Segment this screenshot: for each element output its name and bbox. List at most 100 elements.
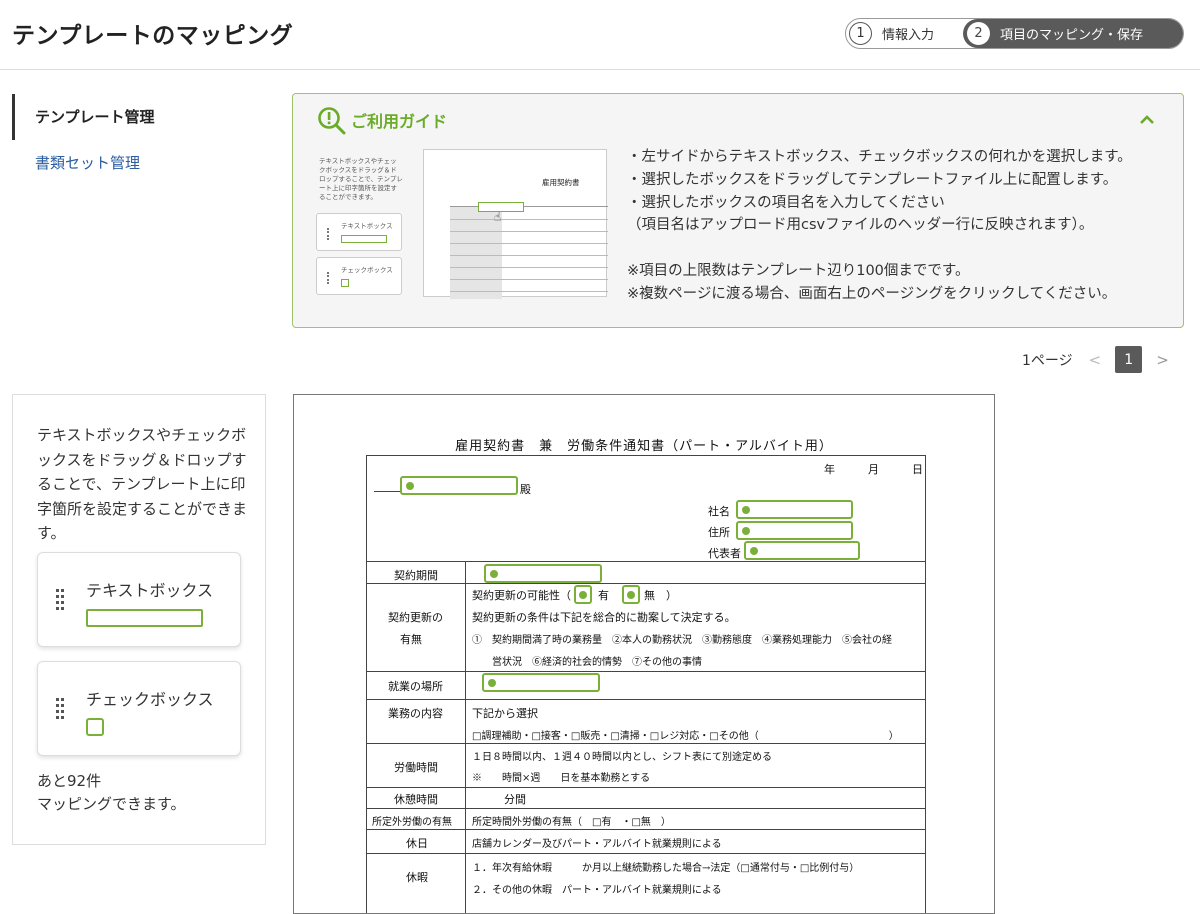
header: テンプレートのマッピング 1 情報入力 2 項目のマッピング・保存 xyxy=(0,0,1200,70)
table-line xyxy=(366,829,926,830)
drag-handle-icon[interactable] xyxy=(56,589,68,611)
usage-guide-panel: ご利用ガイド テキストボックスやチェックボックスをドラッグ＆ドロップすることで、… xyxy=(292,93,1184,328)
step-1-number: 1 xyxy=(849,22,872,45)
overtime-value: 所定時間外労働の有無（ □有 ・□無 ） xyxy=(472,817,671,828)
representative-label: 代表者 xyxy=(708,547,741,560)
stepper: 1 情報入力 2 項目のマッピング・保存 xyxy=(845,18,1184,49)
usage-guide-text: ・左サイドからテキストボックス、チェックボックスの何れかを選択します。 ・選択し… xyxy=(627,146,1132,306)
page-title: テンプレートのマッピング xyxy=(12,23,294,49)
guide-illustration-doc-title: 雇用契約書 xyxy=(542,178,580,187)
placed-text-box-workplace[interactable] xyxy=(482,673,600,692)
remaining-count: あと92件 マッピングできます。 xyxy=(37,770,186,816)
table-line xyxy=(925,455,926,913)
placed-text-box-company[interactable] xyxy=(736,500,853,519)
remaining-count-line-1: あと92件 xyxy=(37,772,102,790)
guide-illustration-text-box: テキストボックス xyxy=(316,213,402,251)
workplace-label: 就業の場所 xyxy=(388,680,443,693)
template-document-canvas[interactable]: 雇用契約書 兼 労働条件通知書（パート・アルバイト用） 年 月 日 殿 社名 住… xyxy=(293,394,995,914)
text-box-draggable[interactable]: テキストボックス xyxy=(37,552,241,647)
guide-illustration-desc: テキストボックスやチェックボックスをドラッグ＆ドロップすることで、テンプレート上… xyxy=(319,157,403,201)
usage-guide-header[interactable]: ご利用ガイド xyxy=(293,94,1183,144)
cursor-icon: ☝ xyxy=(494,210,502,224)
mapping-palette: テキストボックスやチェックボックスをドラッグ＆ドロップすることで、テンプレート上… xyxy=(12,394,266,845)
renewal-line-3: ① 契約期間満了時の業務量 ②本人の勤務状況 ③勤務態度 ④業務処理能力 ⑤会社… xyxy=(472,635,892,646)
document-title: 雇用契約書 兼 労働条件通知書（パート・アルバイト用） xyxy=(455,439,833,454)
chevron-up-icon[interactable] xyxy=(1139,110,1155,131)
table-line xyxy=(366,699,926,700)
overtime-label: 所定外労働の有無 xyxy=(372,817,452,828)
check-box-sample xyxy=(86,718,104,736)
leave-line-1: １．年次有給休暇 か月以上継続勤務した場合→法定（□通常付与・□比例付与） xyxy=(472,863,860,874)
leave-label: 休暇 xyxy=(406,871,428,884)
placed-text-box-addressee[interactable] xyxy=(400,476,518,495)
holiday-label: 休日 xyxy=(406,837,428,850)
remaining-count-line-2: マッピングできます。 xyxy=(37,795,186,813)
renewal-line-4: 営状況 ⑥経済的社会的情勢 ⑦その他の事情 xyxy=(492,657,702,668)
duty-label: 業務の内容 xyxy=(388,707,443,720)
guide-illustration-check-box: チェックボックス xyxy=(316,257,402,295)
page-label: 1ページ xyxy=(1022,352,1073,369)
table-line xyxy=(366,671,926,672)
drag-handle-icon[interactable] xyxy=(56,698,68,720)
leave-line-2: ２．その他の休暇 パート・アルバイト就業規則による xyxy=(472,885,722,896)
sidebar-item-template-management[interactable]: テンプレート管理 xyxy=(12,94,262,140)
table-line xyxy=(366,808,926,809)
prev-page-button[interactable]: < xyxy=(1089,351,1102,369)
table-line xyxy=(366,787,926,788)
guide-line-7: ※複数ページに渡る場合、画面右上のページングをクリックしてください。 xyxy=(627,285,1117,302)
document-dono: 殿 xyxy=(520,483,531,496)
holiday-value: 店舗カレンダー及びパート・アルバイト就業規則による xyxy=(472,839,722,850)
renewal-label-2: 有無 xyxy=(400,633,422,646)
table-line xyxy=(366,455,367,913)
company-label: 社名 xyxy=(708,505,730,518)
table-line xyxy=(366,455,926,456)
step-2-label: 項目のマッピング・保存 xyxy=(1000,28,1144,43)
placed-text-box-period[interactable] xyxy=(484,564,602,583)
table-line xyxy=(366,853,926,854)
break-label: 休憩時間 xyxy=(394,793,438,806)
guide-line-2: ・選択したボックスをドラッグしてテンプレートファイル上に配置します。 xyxy=(627,171,1118,188)
pagination: 1ページ < 1 > xyxy=(1022,346,1169,373)
guide-line-3: ・選択したボックスの項目名を入力してください xyxy=(627,194,945,211)
guide-illustration-text-box-label: テキストボックス xyxy=(341,222,393,230)
step-1: 1 情報入力 xyxy=(846,19,971,48)
page-1-button[interactable]: 1 xyxy=(1115,346,1143,373)
duty-line-1: 下記から選択 xyxy=(472,707,538,720)
usage-guide-title: ご利用ガイド xyxy=(351,112,448,131)
guide-illustration: テキストボックスやチェックボックスをドラッグ＆ドロップすることで、テンプレート上… xyxy=(313,147,608,299)
step-1-label: 情報入力 xyxy=(882,28,935,43)
check-box-label: チェックボックス xyxy=(86,690,214,709)
placed-text-box-address[interactable] xyxy=(736,521,853,540)
guide-line-6: ※項目の上限数はテンプレート辺り100個までです。 xyxy=(627,262,970,279)
next-page-button[interactable]: > xyxy=(1156,351,1169,369)
sidebar: テンプレート管理 書類セット管理 xyxy=(12,94,262,186)
palette-description: テキストボックスやチェックボックスをドラッグ＆ドロップすることで、テンプレート上… xyxy=(37,426,248,542)
period-label: 契約期間 xyxy=(394,569,438,582)
placed-check-box-renewal-yes[interactable] xyxy=(574,585,592,604)
text-box-label: テキストボックス xyxy=(86,581,214,600)
renewal-label-1: 契約更新の xyxy=(388,611,443,624)
text-box-sample xyxy=(86,609,203,627)
placed-check-box-renewal-no[interactable] xyxy=(622,585,640,604)
search-info-icon xyxy=(318,107,346,135)
guide-line-4: （項目名はアップロード用csvファイルのヘッダー行に反映されます）。 xyxy=(627,217,1094,234)
break-value: 分間 xyxy=(504,793,526,806)
duty-line-2: □調理補助・□接客・□販売・□清掃・□レジ対応・□その他（ ） xyxy=(472,731,899,742)
hours-label: 労働時間 xyxy=(394,761,438,774)
hours-line-2: ※ 時間×週 日を基本勤務とする xyxy=(472,773,651,784)
table-line xyxy=(465,561,466,913)
renewal-line-1-no: 無 ） xyxy=(644,589,677,602)
address-label: 住所 xyxy=(708,526,730,539)
table-line xyxy=(366,583,926,584)
renewal-line-2: 契約更新の条件は下記を総合的に勘案して決定する。 xyxy=(472,611,736,624)
table-line xyxy=(366,561,926,562)
renewal-line-1: 契約更新の可能性（ xyxy=(472,589,571,602)
document-date: 年 月 日 xyxy=(824,463,923,476)
guide-illustration-document: 雇用契約書 ☝ xyxy=(423,149,608,299)
placed-text-box-representative[interactable] xyxy=(744,541,860,560)
guide-line-1: ・左サイドからテキストボックス、チェックボックスの何れかを選択します。 xyxy=(627,149,1132,165)
sidebar-item-document-set-management[interactable]: 書類セット管理 xyxy=(12,140,262,186)
check-box-draggable[interactable]: チェックボックス xyxy=(37,661,241,756)
step-2: 2 項目のマッピング・保存 xyxy=(963,19,1183,48)
step-2-number: 2 xyxy=(967,22,990,45)
